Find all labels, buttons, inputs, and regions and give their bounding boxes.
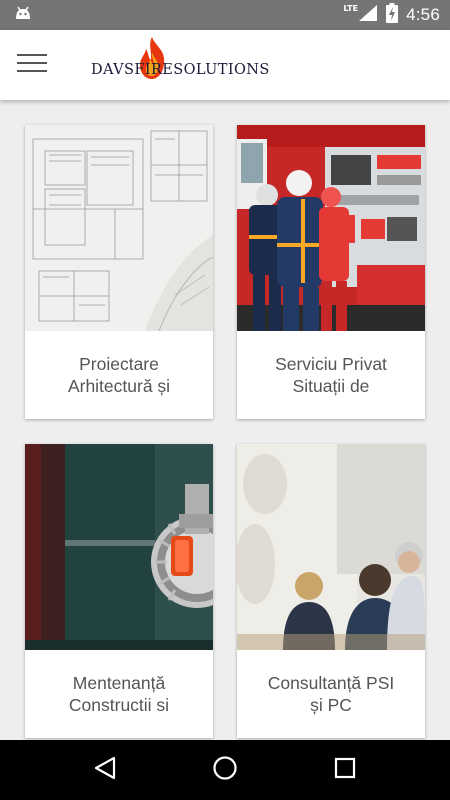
clock: 4:56	[406, 5, 440, 24]
app-logo: DAVSFIRESOLUTIONS	[91, 30, 270, 100]
signal-icon	[358, 4, 378, 26]
recents-square-icon	[334, 757, 356, 783]
logo-text: DAVSFIRESOLUTIONS	[91, 62, 270, 78]
hamburger-menu-icon	[17, 53, 47, 77]
firefighters-image	[237, 125, 425, 331]
services-grid: Proiectare Arhitectură și Serviciu Priva…	[0, 100, 450, 740]
android-icon	[14, 5, 32, 25]
card-title: Consultanță PSI și PC	[267, 673, 395, 715]
service-card[interactable]: Consultanță PSI și PC	[237, 444, 425, 738]
back-triangle-icon	[94, 756, 116, 784]
blueprint-image	[25, 125, 213, 331]
status-bar: LTE 4:56	[0, 0, 450, 30]
sprinkler-image	[25, 444, 213, 650]
app-bar: DAVSFIRESOLUTIONS	[0, 30, 450, 100]
back-button[interactable]	[75, 740, 135, 800]
card-title: Proiectare Arhitectură și	[67, 354, 171, 396]
service-card[interactable]: Mentenanță Constructii si	[25, 444, 213, 738]
service-card[interactable]: Serviciu Privat Situații de	[237, 125, 425, 419]
battery-charging-icon	[386, 3, 399, 27]
seminar-image	[237, 444, 425, 650]
card-title: Mentenanță Constructii si	[68, 673, 170, 715]
home-circle-icon	[212, 755, 238, 785]
home-button[interactable]	[195, 740, 255, 800]
menu-button[interactable]	[0, 30, 64, 100]
recents-button[interactable]	[315, 740, 375, 800]
navigation-bar	[0, 740, 450, 800]
network-type-label: LTE	[343, 3, 359, 13]
service-card[interactable]: Proiectare Arhitectură și	[25, 125, 213, 419]
card-title: Serviciu Privat Situații de	[275, 354, 387, 396]
